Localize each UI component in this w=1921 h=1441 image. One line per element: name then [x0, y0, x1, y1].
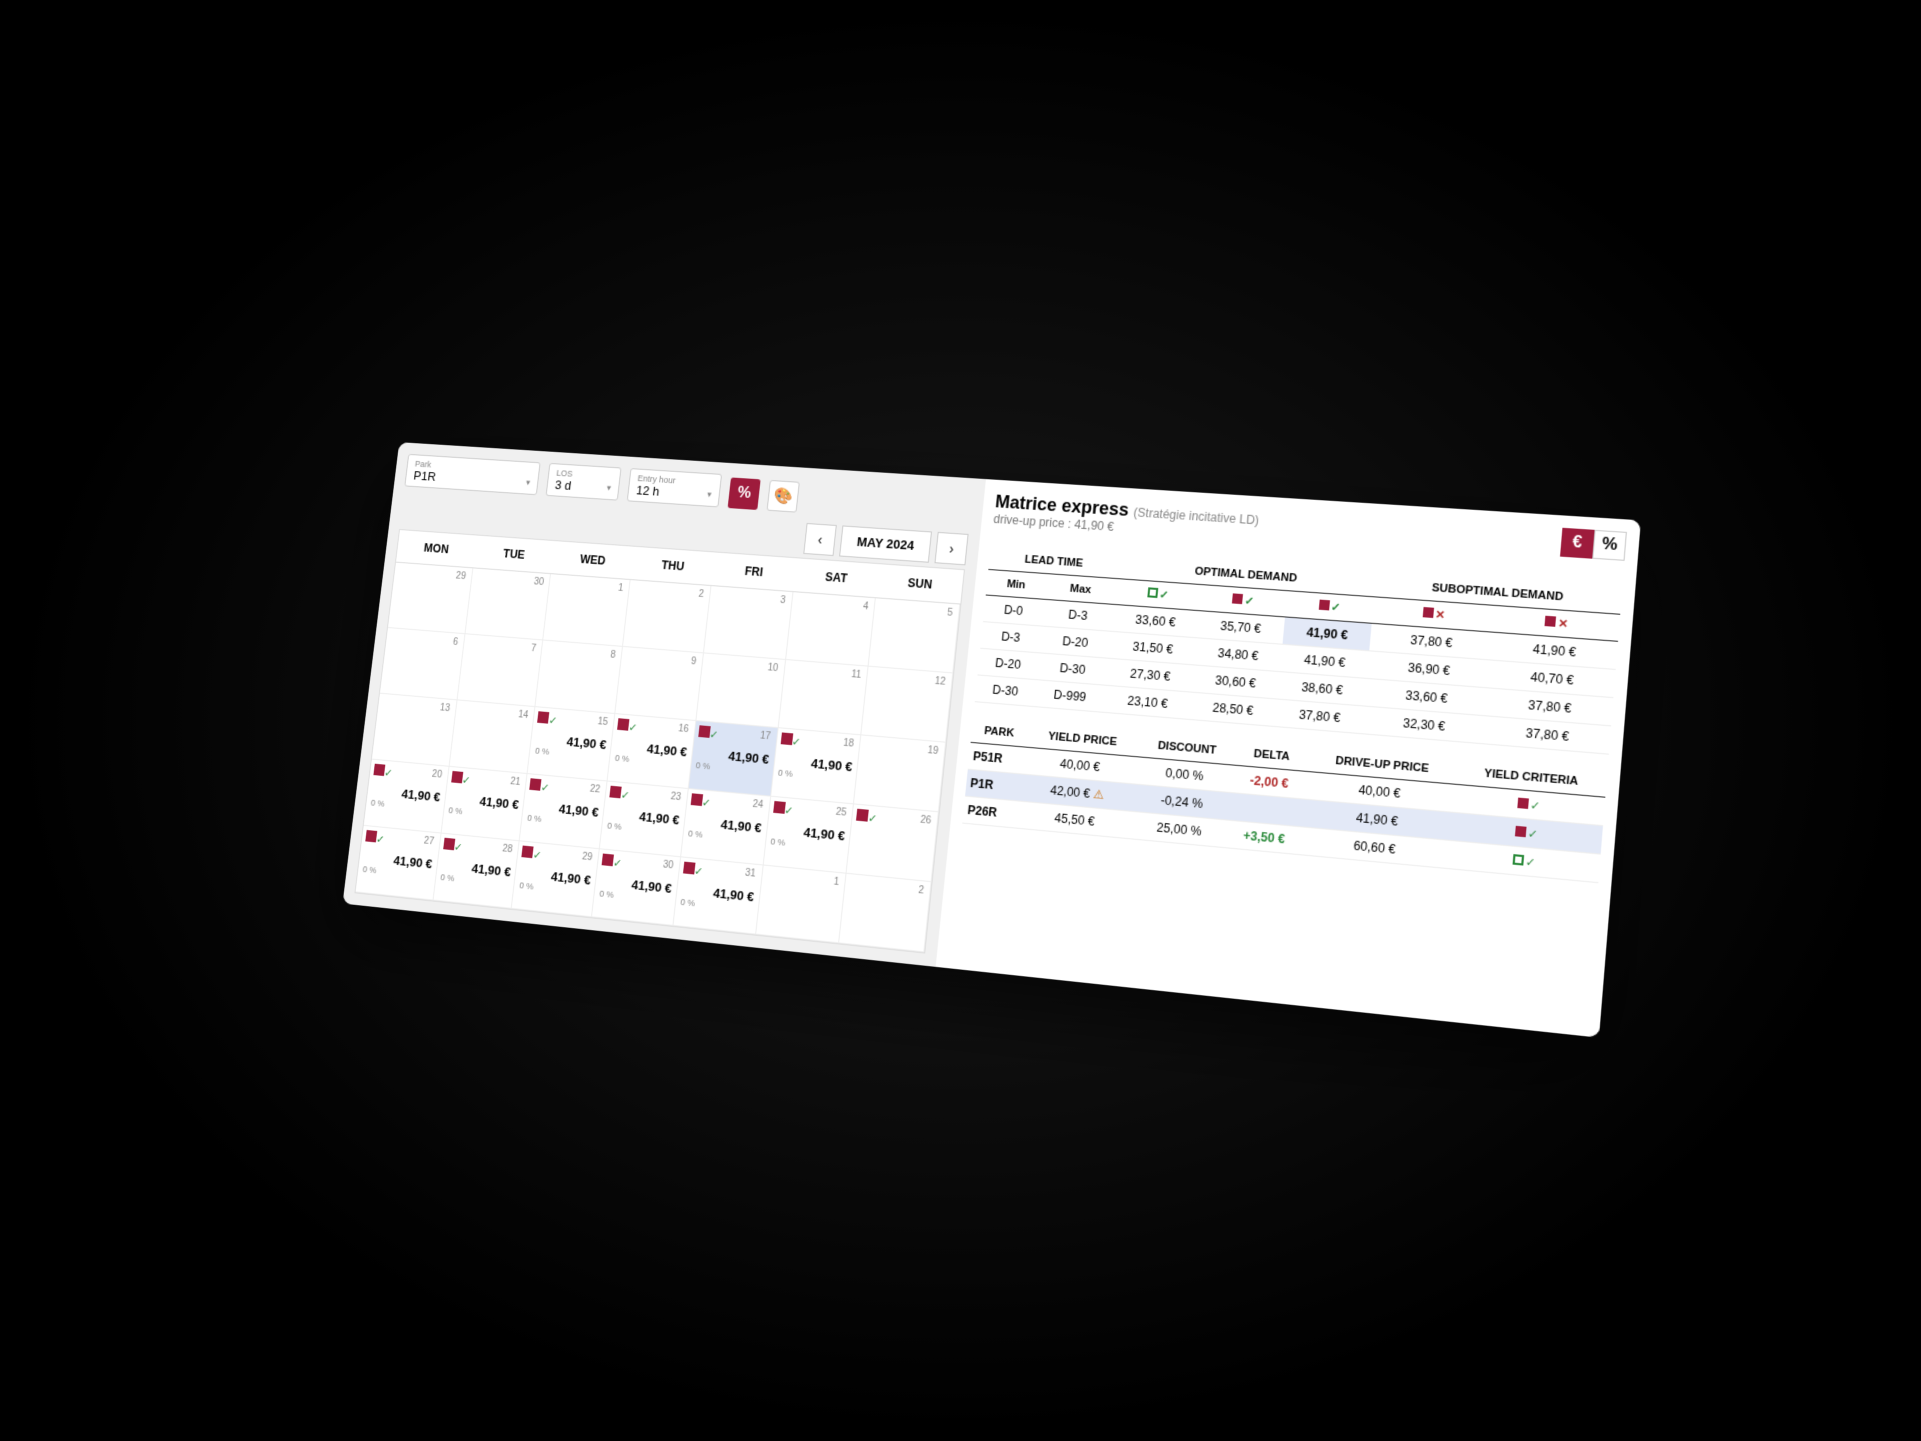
- calendar-cell[interactable]: 29: [387, 562, 472, 634]
- calendar-cell[interactable]: 10: [696, 653, 785, 728]
- park-select[interactable]: Park P1R: [404, 453, 540, 494]
- calendar-cell[interactable]: 4: [785, 592, 875, 667]
- calendar-cell[interactable]: 2: [623, 580, 711, 653]
- palette-button[interactable]: 🎨: [766, 479, 799, 512]
- next-month-button[interactable]: ›: [934, 531, 968, 564]
- calendar-cell[interactable]: 31✓41,90 €0 %: [673, 857, 763, 934]
- unit-toggle: € %: [1560, 527, 1627, 560]
- weekday-header: SAT: [793, 558, 880, 598]
- percent-toggle[interactable]: %: [1592, 529, 1627, 560]
- left-pane: Park P1R LOS 3 d Entry hour 12 h % 🎨 ‹ M…: [342, 442, 985, 967]
- weekday-header: SUN: [876, 564, 964, 604]
- calendar-cell[interactable]: 15✓41,90 €0 %: [527, 707, 615, 781]
- calendar-cell[interactable]: 17✓41,90 €0 %: [688, 721, 778, 797]
- calendar-cell[interactable]: 14: [449, 700, 535, 774]
- weekday-header: THU: [630, 546, 714, 585]
- weekday-header: MON: [395, 530, 476, 568]
- calendar-cell[interactable]: 26✓: [846, 804, 938, 882]
- app-card: Park P1R LOS 3 d Entry hour 12 h % 🎨 ‹ M…: [342, 442, 1640, 1038]
- calendar-cell[interactable]: 12: [861, 666, 953, 742]
- calendar-cell[interactable]: 20✓41,90 €0 %: [363, 759, 449, 833]
- weekday-header: WED: [551, 541, 634, 580]
- calendar-cell[interactable]: 22✓41,90 €0 %: [519, 774, 607, 849]
- calendar-cell[interactable]: 21✓41,90 €0 %: [441, 766, 528, 841]
- los-value: 3 d: [554, 477, 611, 495]
- calendar-cell[interactable]: 30✓41,90 €0 %: [592, 849, 681, 926]
- percent-button[interactable]: %: [727, 477, 760, 510]
- calendar-cell[interactable]: 2: [839, 873, 931, 952]
- weekday-header: FRI: [711, 552, 796, 592]
- calendar-cell[interactable]: 9: [615, 646, 703, 720]
- calendar-cell[interactable]: 18✓41,90 €0 %: [770, 728, 861, 804]
- calendar-cell[interactable]: 7: [457, 634, 543, 707]
- calendar-cell[interactable]: 27✓41,90 €0 %: [355, 825, 441, 900]
- los-select[interactable]: LOS 3 d: [545, 462, 621, 500]
- prev-month-button[interactable]: ‹: [803, 523, 836, 556]
- month-label: MAY 2024: [839, 525, 932, 562]
- matrix-table: LEAD TIME OPTIMAL DEMAND SUBOPTIMAL DEMA…: [974, 545, 1622, 754]
- calendar-cell[interactable]: 1: [543, 574, 630, 647]
- calendar-cell[interactable]: 11: [778, 659, 869, 734]
- min-header: Min: [985, 569, 1046, 599]
- calendar-grid: MONTUEWEDTHUFRISATSUN2930123456789101112…: [354, 529, 964, 954]
- calendar-cell[interactable]: 30: [465, 568, 551, 640]
- calendar-cell[interactable]: 8: [535, 640, 622, 714]
- calendar-cell[interactable]: 23✓41,90 €0 %: [599, 781, 688, 857]
- calendar-cell[interactable]: 24✓41,90 €0 %: [680, 789, 770, 865]
- euro-toggle[interactable]: €: [1560, 527, 1595, 558]
- calendar-cell[interactable]: 29✓41,90 €0 %: [512, 841, 600, 917]
- calendar-cell[interactable]: 28✓41,90 €0 %: [433, 833, 520, 908]
- calendar-cell[interactable]: 13: [371, 693, 456, 766]
- weekday-header: TUE: [473, 535, 555, 574]
- calendar-cell[interactable]: 1: [755, 865, 846, 943]
- calendar-cell[interactable]: 3: [703, 586, 792, 660]
- calendar-cell[interactable]: 25✓41,90 €0 %: [763, 796, 854, 873]
- calendar-cell[interactable]: 6: [379, 627, 464, 699]
- entry-select[interactable]: Entry hour 12 h: [626, 468, 721, 507]
- calendar-cell[interactable]: 16✓41,90 €0 %: [607, 714, 696, 789]
- calendar-cell[interactable]: 19: [854, 735, 946, 812]
- calendar-cell[interactable]: 5: [868, 598, 960, 673]
- right-pane: Matrice express (Stratégie incitative LD…: [935, 479, 1640, 1038]
